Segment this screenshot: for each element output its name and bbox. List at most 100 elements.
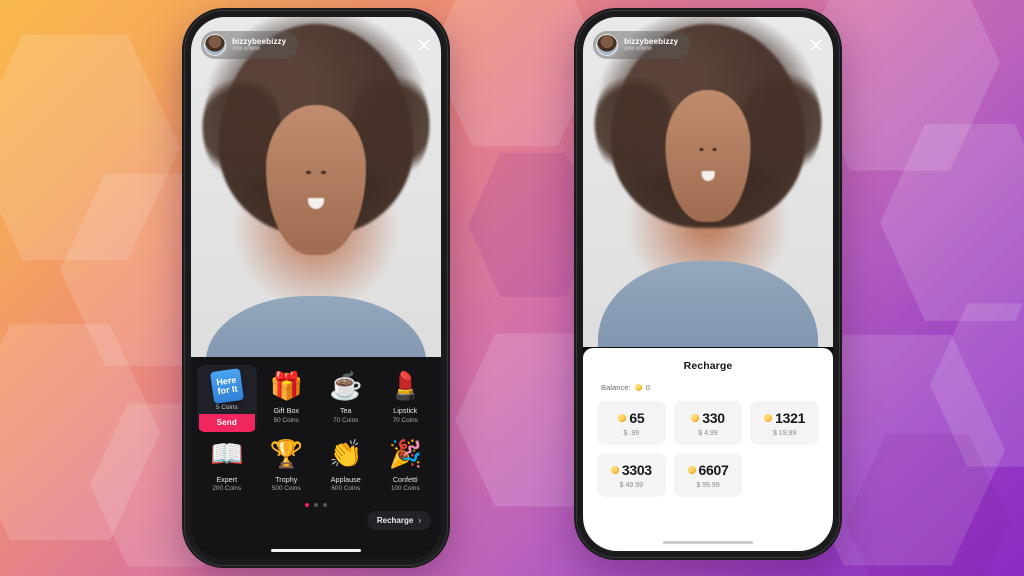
page-indicator[interactable] bbox=[197, 503, 435, 507]
pack-price-label: $ 4.99 bbox=[698, 430, 718, 437]
live-video-feed: bizzybeebizzy 169 online bbox=[191, 17, 441, 357]
recharge-button[interactable]: Recharge › bbox=[366, 511, 431, 530]
send-gift-button[interactable]: Send bbox=[199, 413, 255, 432]
gift-cost-label: 200 Coins bbox=[212, 485, 242, 492]
phone-right: bizzybeebizzy 169 online Recharge Balanc… bbox=[574, 8, 842, 560]
gift-cost-label: 70 Coins bbox=[333, 416, 359, 424]
video-face bbox=[266, 105, 366, 255]
gift-cost-label: 70 Coins bbox=[392, 416, 418, 424]
phone-left-screen: bizzybeebizzy 169 online Here for It 5 Co… bbox=[191, 17, 441, 559]
gift-name-label: Tea bbox=[339, 406, 352, 415]
recharge-pack[interactable]: 65 $ .99 bbox=[597, 401, 666, 445]
close-icon[interactable] bbox=[417, 38, 431, 52]
phone-right-screen: bizzybeebizzy 169 online Recharge Balanc… bbox=[583, 17, 833, 551]
balance-row: Balance: 0 bbox=[601, 383, 819, 392]
recharge-pack-grid: 65 $ .99 330 $ 4.99 1321 $ 19.99 3303 $ … bbox=[597, 401, 819, 497]
gift-art-applause: 👏 bbox=[328, 439, 363, 469]
video-smile bbox=[308, 198, 324, 209]
pack-amount-label: 3303 bbox=[621, 462, 652, 478]
gift-cost-label: 50 Coins bbox=[273, 416, 299, 424]
pack-amount-row: 1321 bbox=[764, 410, 805, 426]
coin-icon bbox=[691, 414, 700, 422]
user-pill[interactable]: bizzybeebizzy 169 online bbox=[593, 31, 691, 59]
page-dot[interactable] bbox=[305, 503, 309, 507]
gift-item[interactable]: 📖 Expert 200 Coins bbox=[197, 434, 257, 497]
close-icon[interactable] bbox=[809, 38, 823, 52]
gift-item[interactable]: 💄 Lipstick 70 Coins bbox=[376, 365, 436, 432]
drawer-footer: Recharge › bbox=[197, 511, 435, 532]
recharge-pack[interactable]: 3303 $ 49.99 bbox=[597, 453, 666, 497]
gift-item[interactable]: 👏 Applause 600 Coins bbox=[316, 434, 376, 497]
recharge-pack[interactable]: 6607 $ 99.99 bbox=[673, 453, 743, 497]
pack-amount-label: 330 bbox=[702, 410, 725, 426]
gift-cost-label: 600 Coins bbox=[331, 485, 361, 492]
coin-icon bbox=[764, 414, 773, 422]
gift-cost-label: 5 Coins bbox=[215, 403, 238, 411]
gift-name-label: Lipstick bbox=[393, 406, 418, 415]
screenshot-stage: bizzybeebizzy 169 online Here for It 5 Co… bbox=[0, 0, 1024, 576]
recharge-button-label: Recharge bbox=[376, 516, 414, 525]
gift-name-label: Trophy bbox=[275, 474, 298, 484]
gift-art-lipstick: 💄 bbox=[388, 370, 423, 401]
coin-icon bbox=[618, 414, 627, 422]
story-header: bizzybeebizzy 169 online bbox=[593, 31, 823, 59]
coin-icon bbox=[634, 384, 642, 391]
pack-price-label: $ 49.99 bbox=[619, 482, 643, 489]
home-indicator bbox=[271, 548, 361, 552]
balance-label: Balance: bbox=[601, 383, 631, 392]
gift-name-label: Gift Box bbox=[273, 406, 300, 415]
gift-art-trophy: 🏆 bbox=[269, 439, 304, 469]
coin-icon bbox=[610, 466, 619, 474]
username-label: bizzybeebizzy bbox=[624, 36, 679, 46]
pack-price-label: $ 99.99 bbox=[696, 482, 720, 489]
home-indicator bbox=[663, 540, 753, 544]
gift-art-gift-box: 🎁 bbox=[269, 370, 304, 401]
hexagon-background-pattern bbox=[0, 0, 1024, 576]
gift-drawer: Here for It 5 Coins Send 🎁 Gift Box 50 Co… bbox=[191, 357, 441, 559]
video-eye-right bbox=[712, 147, 717, 151]
page-dot[interactable] bbox=[323, 503, 327, 507]
gift-item[interactable]: 🎉 Confetti 100 Coins bbox=[376, 434, 436, 497]
pack-price-label: $ .99 bbox=[623, 430, 640, 437]
gift-name-label: Applause bbox=[330, 474, 361, 484]
gift-cost-label: 500 Coins bbox=[271, 485, 301, 492]
gift-cost-label: 100 Coins bbox=[390, 485, 420, 492]
pack-amount-label: 6607 bbox=[698, 462, 729, 478]
recharge-pack[interactable]: 330 $ 4.99 bbox=[673, 401, 743, 445]
video-face bbox=[665, 89, 751, 222]
video-smile bbox=[701, 171, 715, 181]
avatar bbox=[596, 34, 618, 56]
video-eye-right bbox=[321, 171, 326, 175]
viewer-count-label: 169 online bbox=[232, 46, 260, 52]
video-shoulders bbox=[206, 295, 426, 357]
gift-art-tea: ☕ bbox=[328, 370, 363, 401]
gift-item[interactable]: 🎁 Gift Box 50 Coins bbox=[257, 365, 317, 432]
gift-item[interactable]: ☕ Tea 70 Coins bbox=[316, 365, 376, 432]
recharge-pack[interactable]: 1321 $ 19.99 bbox=[750, 401, 819, 445]
story-header: bizzybeebizzy 169 online bbox=[201, 31, 431, 59]
username-label: bizzybeebizzy bbox=[232, 36, 287, 46]
pack-amount-label: 65 bbox=[629, 410, 645, 426]
avatar bbox=[204, 34, 226, 56]
recharge-sheet: Recharge Balance: 0 65 $ .99 330 $ 4.99 … bbox=[583, 348, 833, 551]
pack-amount-row: 330 bbox=[691, 410, 725, 426]
video-eye-left bbox=[306, 171, 311, 175]
video-shoulders bbox=[598, 261, 818, 347]
gift-item[interactable]: 🏆 Trophy 500 Coins bbox=[257, 434, 317, 497]
pack-amount-label: 1321 bbox=[775, 410, 806, 426]
live-video-feed: bizzybeebizzy 169 online bbox=[583, 17, 833, 347]
chevron-right-icon: › bbox=[418, 516, 421, 525]
coin-icon bbox=[687, 466, 696, 474]
gift-art-confetti: 🎉 bbox=[388, 439, 423, 469]
gift-name-label: Expert bbox=[216, 474, 238, 484]
phone-left: bizzybeebizzy 169 online Here for It 5 Co… bbox=[182, 8, 450, 568]
gift-art-here-for-it: Here for It bbox=[209, 368, 244, 404]
viewer-count-label: 169 online bbox=[624, 46, 652, 52]
gift-item[interactable]: Here for It 5 Coins Send bbox=[197, 365, 257, 432]
video-eye-left bbox=[699, 147, 704, 151]
page-dot[interactable] bbox=[314, 503, 318, 507]
pack-price-label: $ 19.99 bbox=[772, 430, 797, 437]
user-pill[interactable]: bizzybeebizzy 169 online bbox=[201, 31, 299, 59]
sheet-title: Recharge bbox=[683, 360, 733, 372]
gift-name-label: Confetti bbox=[392, 474, 418, 484]
